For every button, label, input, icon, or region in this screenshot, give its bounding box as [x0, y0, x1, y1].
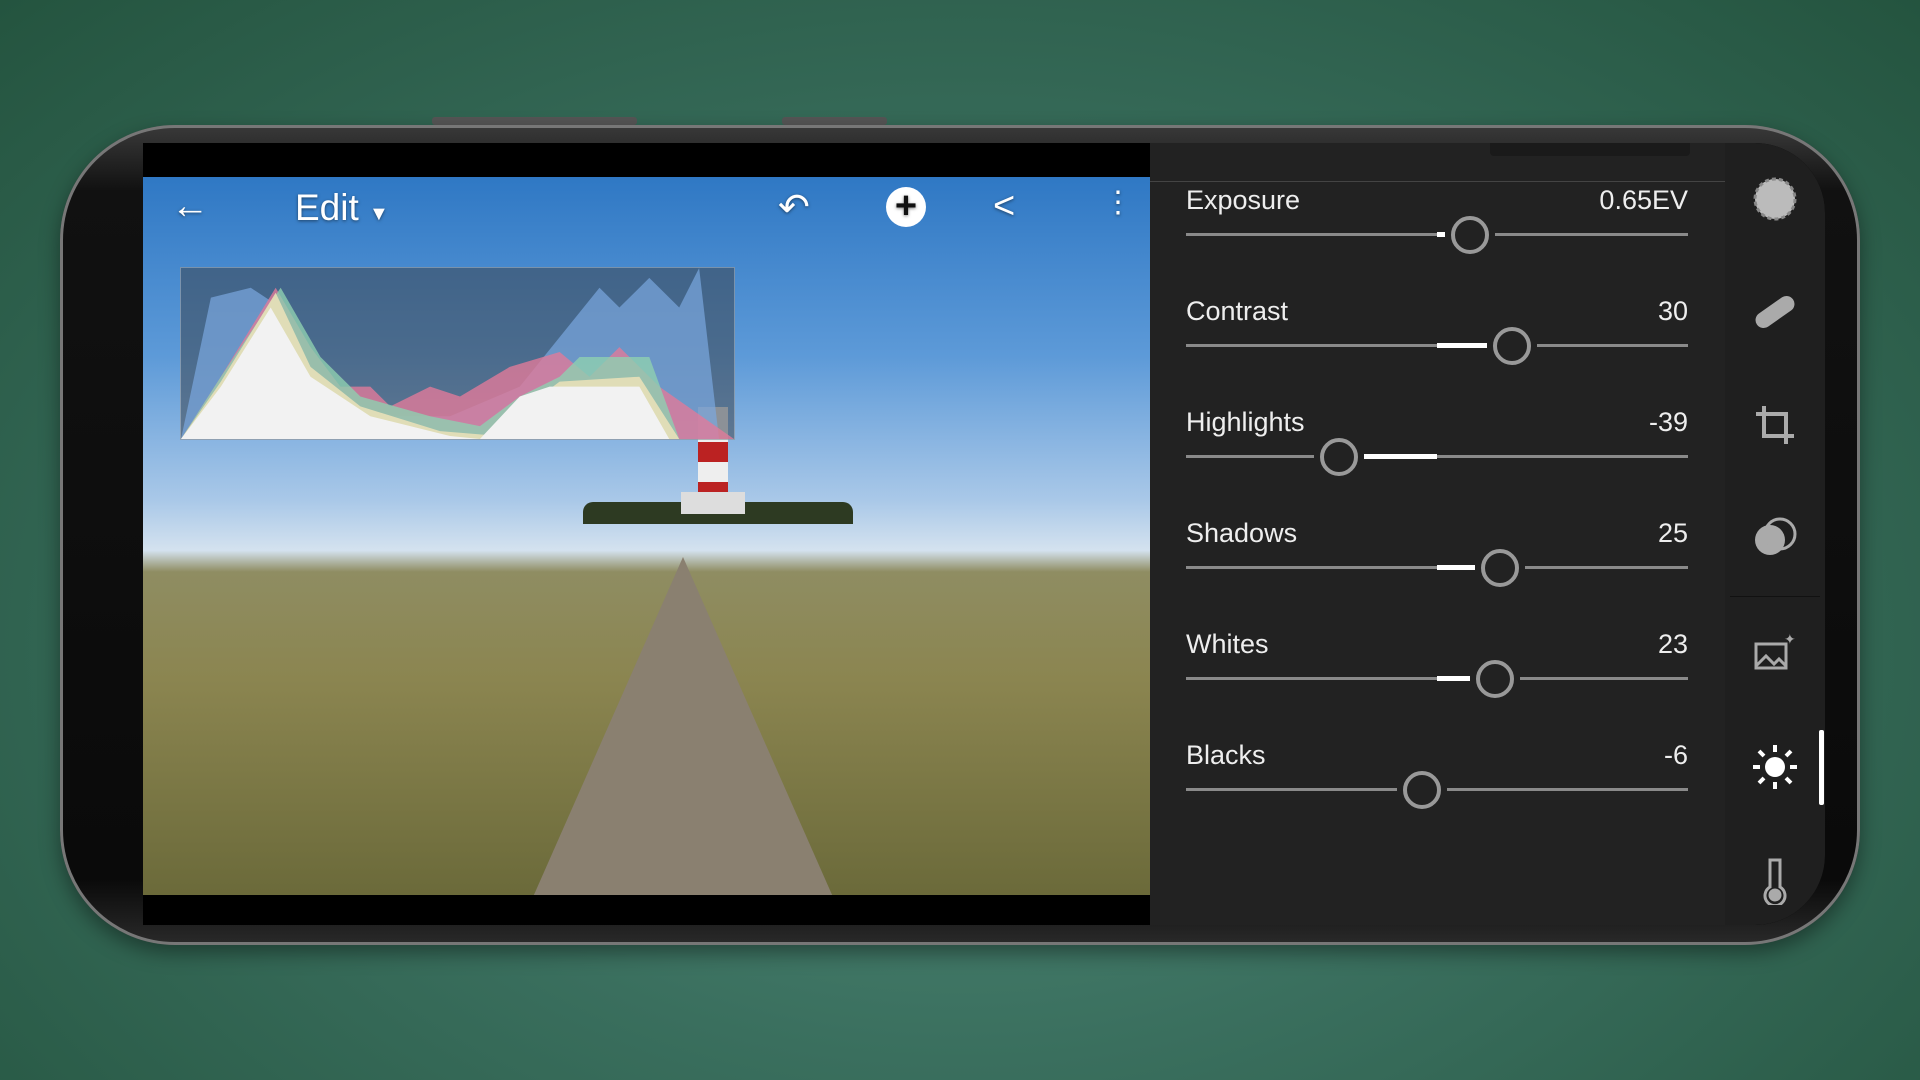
volume-button: [432, 117, 637, 125]
slider-whites: Whites 23: [1186, 629, 1688, 729]
divider: [1150, 181, 1725, 182]
power-button: [782, 117, 887, 125]
slider-label: Exposure: [1186, 185, 1301, 215]
crop-icon[interactable]: [1750, 400, 1800, 450]
color-temperature-icon[interactable]: [1750, 855, 1800, 905]
edit-mode-dropdown[interactable]: Edit ▼: [295, 187, 389, 229]
tool-strip: ✦: [1725, 143, 1825, 925]
panel-handle[interactable]: [1490, 143, 1690, 156]
slider-value[interactable]: -39: [1649, 407, 1688, 438]
selective-icon[interactable]: [1750, 174, 1800, 224]
slider-label: Contrast: [1186, 296, 1289, 326]
presets-icon[interactable]: ✦: [1750, 628, 1800, 678]
slider-track[interactable]: [1186, 455, 1688, 458]
photo-canvas[interactable]: [143, 177, 1150, 895]
light-panel: Exposure 0.65EV Contrast 30 Highlights -…: [1150, 143, 1725, 925]
slider-value[interactable]: 23: [1658, 629, 1688, 660]
slider-highlights: Highlights -39: [1186, 407, 1688, 507]
healing-icon[interactable]: [1750, 287, 1800, 337]
slider-thumb[interactable]: [1402, 771, 1441, 809]
slider-value[interactable]: 25: [1658, 518, 1688, 549]
plus-circle-icon[interactable]: +: [886, 187, 926, 227]
light-icon[interactable]: [1750, 742, 1800, 792]
slider-thumb[interactable]: [1450, 216, 1489, 254]
slider-exposure: Exposure 0.65EV: [1186, 185, 1688, 285]
active-tool-indicator: [1819, 730, 1824, 805]
slider-value[interactable]: 30: [1658, 296, 1688, 327]
slider-label: Blacks: [1186, 740, 1266, 770]
more-vertical-icon[interactable]: ⋮: [1103, 185, 1133, 220]
screen: ← Edit ▼ ↶ + < ⋮ Exposure 0.65EV Contras…: [143, 143, 1825, 925]
undo-icon[interactable]: ↶: [778, 185, 810, 230]
slider-label: Highlights: [1186, 407, 1305, 437]
histogram: [180, 267, 735, 440]
lighthouse-base: [681, 492, 745, 514]
edit-label: Edit: [295, 187, 359, 228]
top-toolbar: ← Edit ▼ ↶ + < ⋮: [143, 177, 1150, 247]
slider-label: Shadows: [1186, 518, 1298, 548]
slider-thumb[interactable]: [1475, 660, 1514, 698]
share-icon[interactable]: <: [993, 185, 1015, 228]
slider-blacks: Blacks -6: [1186, 740, 1688, 840]
slider-value[interactable]: -6: [1664, 740, 1688, 771]
slider-label: Whites: [1186, 629, 1269, 659]
chevron-down-icon: ▼: [369, 203, 389, 225]
masking-icon[interactable]: [1750, 512, 1800, 562]
slider-shadows: Shadows 25: [1186, 518, 1688, 618]
slider-value[interactable]: 0.65EV: [1599, 185, 1688, 216]
slider-contrast: Contrast 30: [1186, 296, 1688, 396]
slider-thumb[interactable]: [1320, 438, 1359, 476]
footpath: [533, 557, 833, 895]
arrow-left-icon[interactable]: ←: [171, 185, 209, 228]
svg-text:✦: ✦: [1784, 631, 1796, 647]
divider: [1730, 596, 1820, 597]
slider-thumb[interactable]: [1493, 327, 1532, 365]
slider-thumb[interactable]: [1480, 549, 1519, 587]
